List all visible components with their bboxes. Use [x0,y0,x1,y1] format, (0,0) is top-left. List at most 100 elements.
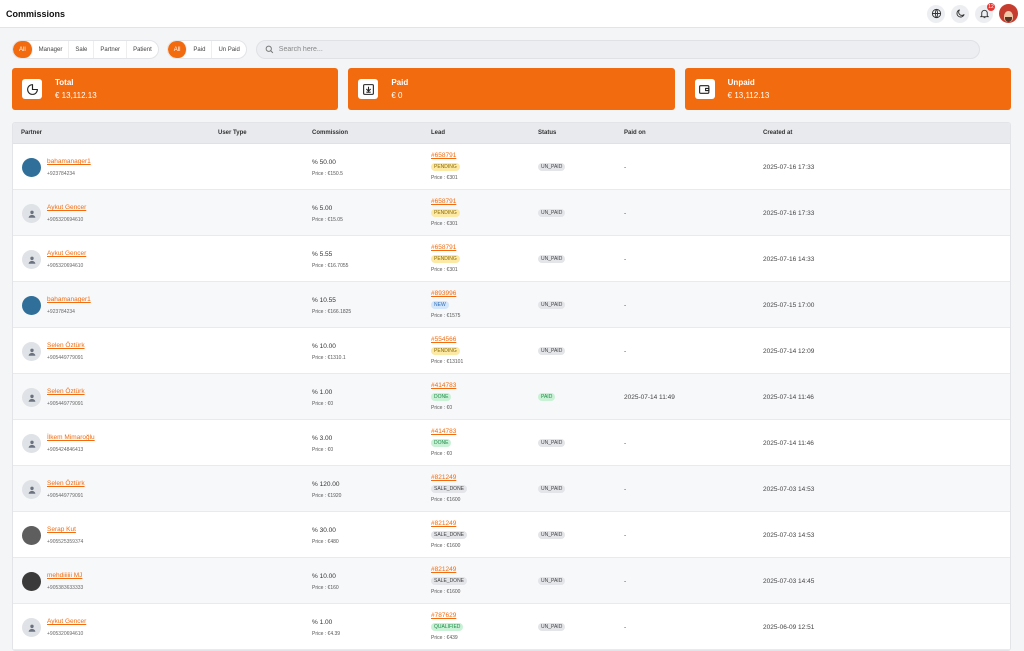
payment-status-badge: UN_PAID [538,577,566,585]
paid-card-value: € 0 [391,91,403,100]
commission-rate: % 10.00 [312,573,336,580]
table-row: Serap Kut +905525359374 % 30.00 Price : €48… [13,512,1010,558]
partner-phone: +905320694610 [47,217,84,223]
table-body: bahamanager1 +923784234 % 50.00 Price : €15… [13,144,1010,650]
partner-phone: +905320694610 [47,263,84,269]
notifications-button[interactable]: 12 [975,2,995,23]
role-filter-all[interactable]: All [13,41,33,58]
created-at-date: 2025-07-14 12:09 [763,348,815,355]
lead-status-badge: PENDING [431,163,460,171]
paid-on-date: - [624,164,627,171]
lead-link[interactable]: #893996 [431,290,456,297]
payment-filter-all[interactable]: All [167,41,188,58]
commission-price: Price : €0 [312,401,334,407]
commission-rate: % 1.00 [312,389,333,396]
lead-status-badge: SALE_DONE [431,485,468,493]
partner-phone: +905449779091 [47,355,84,361]
lead-link[interactable]: #821249 [431,566,456,573]
lead-price: Price : €301 [431,175,458,181]
payment-status-badge: UN_PAID [538,439,566,447]
search-input[interactable] [278,46,579,53]
wallet-icon [694,79,715,99]
created-at-date: 2025-07-03 14:53 [763,532,815,539]
paid-card: Paid € 0 [348,68,675,110]
lead-link[interactable]: #414783 [431,382,456,389]
partner-name-link[interactable]: Aykut Gencer [47,618,86,625]
user-avatar[interactable] [999,4,1018,23]
lead-link[interactable]: #554566 [431,336,456,343]
created-at-date: 2025-07-14 11:46 [763,394,814,401]
commission-price: Price : €150.5 [312,171,343,177]
partner-name-link[interactable]: Selen Öztürk [47,388,85,395]
payment-filter-unpaid[interactable]: Un Paid [212,41,245,58]
col-commission[interactable]: Commission [312,130,348,136]
role-filter-sale[interactable]: Sale [69,41,95,58]
lead-price: Price : €1575 [431,313,461,319]
paid-on-date: - [624,302,627,309]
lead-price: Price : €1600 [431,543,461,549]
commission-rate: % 30.00 [312,527,336,534]
role-filter-patient[interactable]: Patient [127,41,158,58]
unpaid-card: Unpaid € 13,112.13 [684,68,1011,110]
partner-name-link[interactable]: İlkem Mimaroğlu [47,434,95,441]
top-header: Commissions 12 [0,0,1024,28]
lead-link[interactable]: #658791 [431,152,456,159]
table-row: bahamanager1 +923784234 % 10.55 Price : €16… [13,282,1010,328]
col-user-type[interactable]: User Type [218,130,247,136]
paid-on-date: - [624,486,627,493]
col-partner[interactable]: Partner [21,130,42,136]
col-created-at[interactable]: Created at [763,130,792,136]
total-card-value: € 13,112.13 [55,91,97,100]
lead-status-badge: PENDING [431,347,460,355]
payment-filter-paid[interactable]: Paid [187,41,213,58]
table-row: Selen Öztürk +905449779091 % 1.00 Price : €… [13,374,1010,420]
col-paid-on[interactable]: Paid on [624,130,646,136]
partner-name-link[interactable]: Selen Öztürk [47,480,85,487]
col-status[interactable]: Status [538,130,556,136]
lead-status-badge: PENDING [431,255,460,263]
lead-link[interactable]: #821249 [431,474,456,481]
created-at-date: 2025-07-03 14:53 [763,486,815,493]
lead-link[interactable]: #821249 [431,520,456,527]
lead-link[interactable]: #658791 [431,244,456,251]
unpaid-card-value: € 13,112.13 [727,91,770,100]
partner-avatar [22,296,41,315]
table-row: mehdiiiiii MJ +905383633333 % 10.00 Price :… [13,558,1010,604]
role-filter-partner[interactable]: Partner [94,41,128,58]
partner-name-link[interactable]: Aykut Gencer [47,204,86,211]
globe-icon [931,8,941,19]
lead-status-badge: QUALIFIED [431,623,464,631]
col-lead[interactable]: Lead [431,130,445,136]
partner-name-link[interactable]: Selen Öztürk [47,342,85,349]
total-card-title: Total [55,78,74,87]
paid-on-date: - [624,440,627,447]
partner-name-link[interactable]: mehdiiiiii MJ [47,572,82,579]
lead-price: Price : €301 [431,221,458,227]
partner-phone: +905383633333 [47,585,84,591]
partner-avatar [22,480,41,499]
lead-price: Price : €1600 [431,497,461,503]
language-button[interactable] [927,4,945,23]
role-filter-manager[interactable]: Manager [33,41,70,58]
table-row: Aykut Gencer +905320694610 % 1.00 Price : €… [13,604,1010,650]
lead-link[interactable]: #787629 [431,612,456,619]
partner-phone: +923784234 [47,171,75,177]
partner-name-link[interactable]: bahamanager1 [47,158,91,165]
partner-avatar [22,572,41,591]
lead-link[interactable]: #414783 [431,428,456,435]
partner-avatar [22,342,41,361]
header-actions: 12 [927,2,1018,23]
partner-name-link[interactable]: Aykut Gencer [47,250,86,257]
commission-rate: % 10.55 [312,297,336,304]
lead-status-badge: NEW [431,301,449,309]
lead-price: Price : €301 [431,267,458,273]
theme-toggle-button[interactable] [951,4,969,23]
payment-filter: All Paid Un Paid [166,40,247,59]
paid-on-date: - [624,348,627,355]
commission-rate: % 10.00 [312,343,336,350]
partner-phone: +905525359374 [47,539,84,545]
lead-price: Price : €1600 [431,589,461,595]
partner-name-link[interactable]: Serap Kut [47,526,76,533]
lead-link[interactable]: #658791 [431,198,456,205]
partner-name-link[interactable]: bahamanager1 [47,296,91,303]
